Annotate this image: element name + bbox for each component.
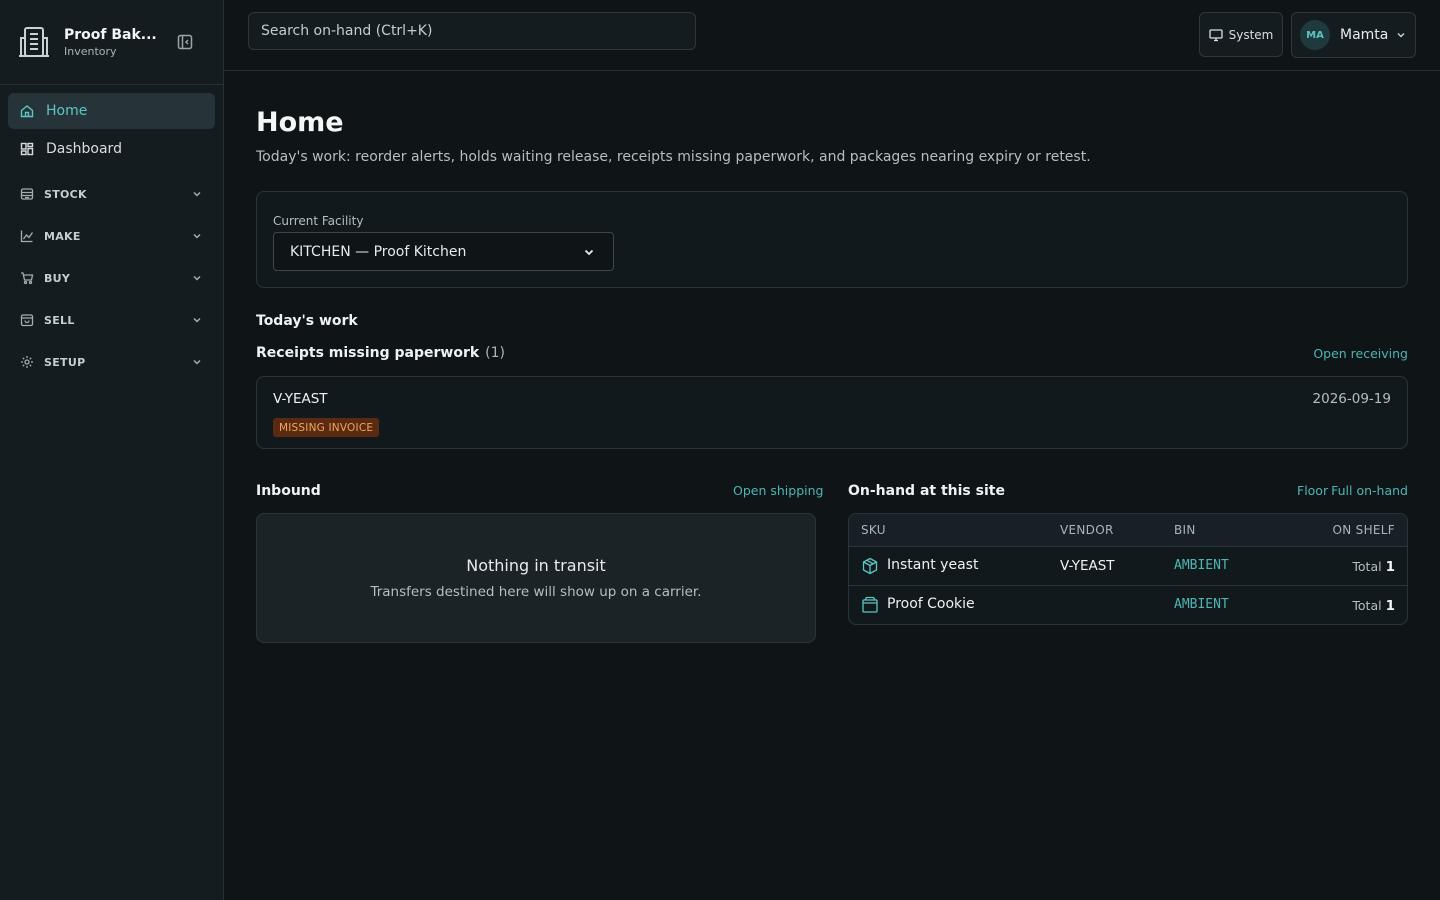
receipt-item[interactable]: V-YEAST 2026-09-19 MISSING INVOICE: [256, 376, 1408, 449]
row-total: Total 1: [1352, 559, 1395, 575]
sidebar-group-buy[interactable]: BUY: [8, 257, 215, 299]
sidebar: Proof Bak... Inventory Home Dashboard ST…: [0, 0, 224, 900]
facility-label: Current Facility: [273, 214, 364, 228]
chevron-down-icon: [191, 314, 203, 326]
sidebar-group-label: STOCK: [44, 187, 87, 201]
row-sku: Proof Cookie: [887, 596, 975, 612]
inbound-empty-state: Nothing in transit Transfers destined he…: [256, 513, 816, 643]
make-icon: [20, 229, 34, 243]
dashboard-icon: [20, 142, 34, 156]
facility-select[interactable]: KITCHEN — Proof Kitchen: [273, 232, 614, 271]
brand: Proof Bak... Inventory: [0, 0, 223, 85]
column-header-vendor: VENDOR: [1060, 523, 1114, 537]
user-name: Mamta: [1340, 27, 1389, 43]
row-total: Total 1: [1352, 598, 1395, 614]
row-sku: Instant yeast: [887, 557, 979, 573]
sidebar-group-label: BUY: [44, 271, 71, 285]
sidebar-nav: Home Dashboard STOCK MAKE BUY SELL SETUP: [0, 85, 223, 391]
avatar: MA: [1300, 20, 1330, 50]
inbound-heading: Inbound: [256, 483, 321, 499]
page-title: Home: [256, 107, 344, 138]
row-total-label: Total: [1352, 559, 1382, 574]
user-menu-button[interactable]: MA Mamta: [1291, 12, 1416, 58]
column-header-bin: BIN: [1174, 523, 1196, 537]
receipts-heading: Receipts missing paperwork (1): [256, 345, 505, 361]
sidebar-group-label: SETUP: [44, 355, 86, 369]
chevron-down-icon: [1395, 29, 1407, 41]
sidebar-group-label: MAKE: [44, 229, 81, 243]
receipts-count: (1): [485, 345, 506, 361]
box-icon: [861, 596, 879, 614]
sidebar-group-sell[interactable]: SELL: [8, 299, 215, 341]
chevron-down-icon: [191, 230, 203, 242]
theme-label: System: [1228, 27, 1274, 42]
page-description: Today's work: reorder alerts, holds wait…: [256, 149, 1091, 165]
cart-icon: [20, 271, 34, 285]
receipts-heading-label: Receipts missing paperwork: [256, 345, 480, 361]
open-shipping-link[interactable]: Open shipping: [733, 483, 823, 498]
full-onhand-link[interactable]: Full on-hand: [1331, 483, 1408, 498]
row-total-value: 1: [1385, 598, 1395, 614]
sidebar-item-label: Home: [46, 103, 88, 119]
chevron-down-icon: [191, 188, 203, 200]
bag-icon: [20, 313, 34, 327]
receipt-vendor: V-YEAST: [273, 391, 328, 407]
sidebar-group-stock[interactable]: STOCK: [8, 173, 215, 215]
row-total-value: 1: [1385, 559, 1395, 575]
sidebar-item-home[interactable]: Home: [8, 93, 215, 129]
search-input[interactable]: [261, 23, 683, 39]
search-box[interactable]: [248, 12, 696, 50]
empty-state-title: Nothing in transit: [466, 556, 606, 575]
sidebar-item-label: Dashboard: [46, 141, 122, 157]
row-total-label: Total: [1352, 598, 1382, 613]
receipt-date: 2026-09-19: [1312, 391, 1391, 407]
theme-system-button[interactable]: System: [1199, 12, 1283, 57]
empty-state-subtitle: Transfers destined here will show up on …: [370, 584, 702, 600]
sidebar-group-label: SELL: [44, 313, 75, 327]
chevron-down-icon: [191, 272, 203, 284]
brand-subtitle: Inventory: [64, 44, 117, 58]
column-header-sku: SKU: [861, 523, 886, 537]
collapse-sidebar-icon[interactable]: [176, 33, 194, 51]
building-icon: [16, 24, 52, 60]
sidebar-group-setup[interactable]: SETUP: [8, 341, 215, 383]
floor-link[interactable]: Floor: [1297, 483, 1328, 498]
sidebar-group-make[interactable]: MAKE: [8, 215, 215, 257]
table-header: SKU VENDOR BIN ON SHELF: [849, 514, 1407, 547]
row-bin[interactable]: AMBIENT: [1174, 597, 1229, 612]
row-bin[interactable]: AMBIENT: [1174, 558, 1229, 573]
status-badge: MISSING INVOICE: [273, 418, 380, 437]
row-vendor: V-YEAST: [1060, 558, 1115, 574]
open-receiving-link[interactable]: Open receiving: [1313, 346, 1408, 361]
monitor-icon: [1208, 28, 1223, 42]
brand-name: Proof Bak...: [64, 26, 157, 43]
package-icon: [861, 557, 879, 575]
sidebar-item-dashboard[interactable]: Dashboard: [8, 131, 215, 167]
home-icon: [20, 104, 34, 118]
column-header-on-shelf: ON SHELF: [1332, 523, 1395, 537]
onhand-table: SKU VENDOR BIN ON SHELF Instant yeast V-…: [848, 513, 1408, 625]
todays-work-heading: Today's work: [256, 313, 358, 329]
stock-icon: [20, 187, 34, 201]
onhand-heading: On-hand at this site: [848, 483, 1005, 499]
table-row[interactable]: Instant yeast V-YEAST AMBIENT Total 1: [849, 547, 1407, 586]
gear-icon: [20, 355, 34, 369]
chevron-down-icon: [191, 356, 203, 368]
facility-card: Current Facility KITCHEN — Proof Kitchen: [256, 191, 1408, 288]
topbar: System MA Mamta: [224, 0, 1440, 71]
table-row[interactable]: Proof Cookie AMBIENT Total 1: [849, 586, 1407, 624]
